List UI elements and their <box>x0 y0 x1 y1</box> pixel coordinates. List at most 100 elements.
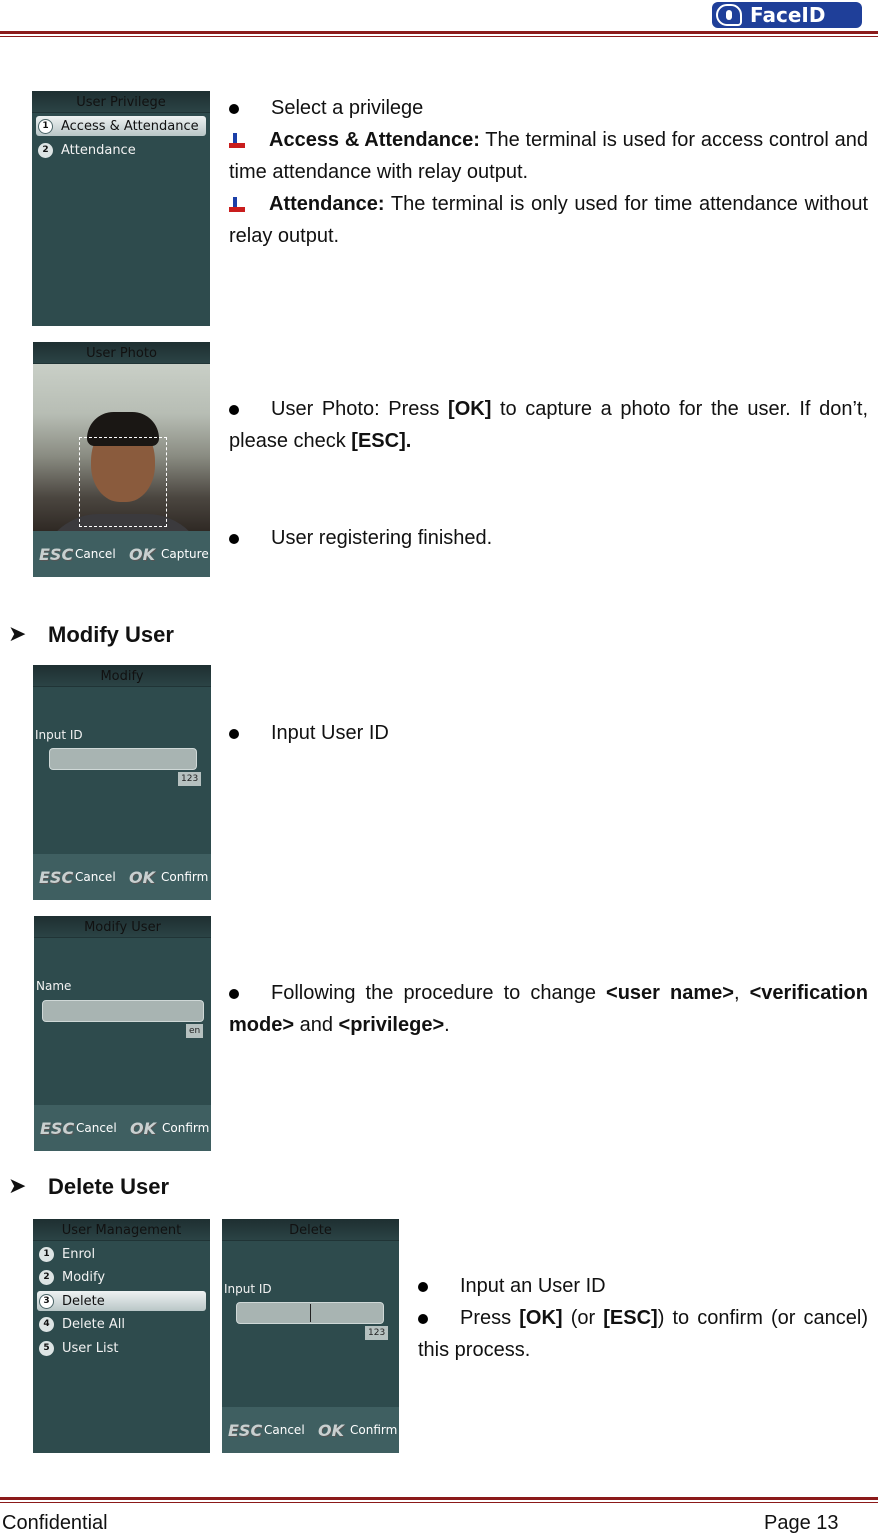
menu-item-delete[interactable]: 3 Delete <box>37 1291 206 1311</box>
confirm-label: Confirm <box>350 1423 398 1437</box>
ok-button[interactable]: OK <box>318 1421 344 1440</box>
menu-item-label: Access & Attendance <box>61 118 199 134</box>
capture-label: Capture <box>161 547 209 561</box>
input-mode-indicator: 123 <box>365 1326 389 1340</box>
ok-button[interactable]: OK <box>129 545 155 564</box>
bullet-icon <box>418 1281 428 1292</box>
finished-label: User registering finished. <box>271 527 493 549</box>
number-badge-icon: 3 <box>39 1293 54 1309</box>
input-mode-indicator: en <box>186 1024 204 1038</box>
cancel-label: Cancel <box>75 870 116 884</box>
user-management-screen: User Management 1 Enrol 2 Modify 3 Delet… <box>33 1219 210 1453</box>
button-bar: ESC Cancel OK Capture <box>33 531 210 577</box>
faceid-logo: FaceID <box>712 2 862 28</box>
esc-key-text: [ESC] <box>603 1307 658 1329</box>
delete-instructions: Input an User ID Press [OK] (or [ESC]) t… <box>418 1270 868 1366</box>
menu-item-enrol[interactable]: 1 Enrol <box>37 1244 206 1264</box>
text-cursor <box>310 1304 311 1322</box>
delete-screen: Delete Input ID 123 ESC Cancel OK Confir… <box>222 1219 399 1453</box>
cancel-label: Cancel <box>75 547 116 561</box>
number-badge-icon: 1 <box>38 118 53 134</box>
privilege-text: Select a privilege Access & Attendance: … <box>229 92 868 252</box>
page-number: Page 13 <box>764 1512 839 1534</box>
footer-rule-thin <box>0 1502 878 1503</box>
user-photo-screen: User Photo ESC Cancel OK Capture <box>33 342 210 577</box>
pin-bullet-icon <box>229 132 245 149</box>
screen-title: Modify <box>33 665 211 687</box>
delete-user-heading: Delete User <box>48 1174 170 1199</box>
screen-title: Delete <box>222 1219 399 1241</box>
button-bar: ESC Cancel OK Confirm <box>222 1407 399 1453</box>
modify-user-heading: Modify User <box>48 622 174 647</box>
menu-item-access-attendance[interactable]: 1 Access & Attendance <box>36 116 206 136</box>
number-badge-icon: 5 <box>39 1340 54 1356</box>
number-badge-icon: 2 <box>38 142 53 158</box>
menu-item-label: Delete <box>62 1293 105 1309</box>
modify-user-screen: Modify User Name en ESC Cancel OK Confir… <box>34 916 211 1151</box>
button-bar: ESC Cancel OK Confirm <box>34 1105 211 1151</box>
input-id-label: Input ID <box>224 1282 272 1296</box>
press-text-b: (or <box>562 1307 604 1329</box>
screen-title: User Management <box>33 1219 210 1241</box>
ok-button[interactable]: OK <box>129 868 155 887</box>
arrow-bullet-icon: ➤ <box>8 1173 27 1198</box>
number-badge-icon: 2 <box>39 1269 54 1285</box>
menu-item-label: Enrol <box>62 1246 96 1262</box>
photo-text: User Photo: Press [OK] to capture a phot… <box>229 393 868 457</box>
number-badge-icon: 1 <box>39 1246 54 1262</box>
number-badge-icon: 4 <box>39 1316 54 1332</box>
follow-text-a: Following the procedure to change <box>271 982 607 1004</box>
menu-item-modify[interactable]: 2 Modify <box>37 1267 206 1287</box>
esc-button[interactable]: ESC <box>39 868 73 887</box>
confidential-label: Confidential <box>2 1512 108 1534</box>
bullet-icon <box>229 533 239 544</box>
press-text-a: Press <box>460 1307 520 1329</box>
user-name-term: <user name> <box>606 982 734 1004</box>
user-privilege-screen: User Privilege 1 Access & Attendance 2 A… <box>32 91 210 326</box>
privilege-term: <privilege> <box>338 1014 445 1036</box>
follow-text-c: and <box>294 1014 339 1036</box>
cancel-label: Cancel <box>264 1423 305 1437</box>
follow-text-b: , <box>733 982 750 1004</box>
bullet-icon <box>229 988 239 999</box>
input-user-id-text: Input User ID <box>229 717 868 749</box>
photo-text-a: User Photo: Press <box>271 398 449 420</box>
esc-button[interactable]: ESC <box>40 1119 74 1138</box>
footer-rule <box>0 1497 878 1500</box>
name-label: Name <box>36 979 72 993</box>
name-input[interactable] <box>42 1000 204 1022</box>
ok-key-text: [OK] <box>519 1307 563 1329</box>
select-privilege-text: Select a privilege <box>271 97 424 119</box>
screen-title: Modify User <box>34 916 211 938</box>
camera-preview <box>33 364 210 574</box>
menu-item-user-list[interactable]: 5 User List <box>37 1338 206 1358</box>
confirm-label: Confirm <box>162 1121 210 1135</box>
face-detection-box <box>79 437 167 527</box>
aa-title: Access & Attendance: <box>269 129 480 151</box>
confirm-label: Confirm <box>161 870 209 884</box>
esc-button[interactable]: ESC <box>228 1421 262 1440</box>
arrow-bullet-icon: ➤ <box>8 621 27 646</box>
button-bar: ESC Cancel OK Confirm <box>33 854 211 900</box>
bullet-icon <box>229 728 239 739</box>
user-id-input[interactable] <box>49 748 197 770</box>
input-an-id-label: Input an User ID <box>460 1275 606 1297</box>
input-mode-indicator: 123 <box>178 772 202 786</box>
bullet-icon <box>229 103 239 114</box>
menu-item-label: Attendance <box>61 142 136 158</box>
menu-item-label: User List <box>62 1340 119 1356</box>
menu-item-delete-all[interactable]: 4 Delete All <box>37 1314 206 1334</box>
ok-key-text: [OK] <box>448 398 492 420</box>
modify-screen: Modify Input ID 123 ESC Cancel OK Confir… <box>33 665 211 900</box>
following-procedure-text: Following the procedure to change <user … <box>229 977 868 1041</box>
att-title: Attendance: <box>269 193 385 215</box>
input-id-label: Input ID <box>35 728 83 742</box>
face-logo-icon <box>716 4 742 26</box>
menu-item-label: Modify <box>62 1269 106 1285</box>
esc-button[interactable]: ESC <box>39 545 73 564</box>
ok-button[interactable]: OK <box>130 1119 156 1138</box>
header-rule-thin <box>0 36 878 37</box>
input-user-id-label: Input User ID <box>271 722 389 744</box>
menu-item-attendance[interactable]: 2 Attendance <box>36 140 206 160</box>
user-id-input[interactable] <box>236 1302 384 1324</box>
